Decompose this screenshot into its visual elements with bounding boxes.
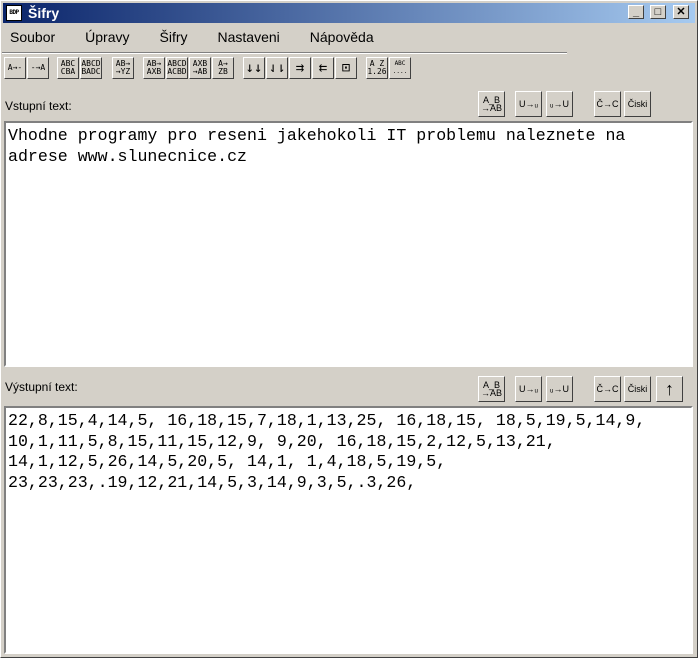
window-title: Šifry [28,5,60,21]
toolbar-button-15[interactable]: A Z 1.26 [366,57,388,79]
output-textarea[interactable]: 22,8,15,4,14,5, 16,18,15,7,18,1,13,25, 1… [4,406,693,654]
output-uppercase-button[interactable]: ᵤ→U [546,376,573,402]
toolbar-button-4[interactable]: ABCD BADC [80,57,102,79]
toolbar-button-7[interactable]: ABCD ACBD [166,57,188,79]
close-button[interactable]: ✕ [673,5,689,19]
move-output-up-button[interactable]: ↑ [656,376,683,402]
input-uppercase-button[interactable]: ᵤ→U [546,91,573,117]
input-format-button[interactable]: A_B →AB [478,91,505,117]
toolbar-button-1[interactable]: A→- [4,57,26,79]
toolbar-button-12[interactable]: ⇉ [289,57,311,79]
title-bar: BDP Šifry _ □ ✕ [3,3,695,23]
menu-napoveda[interactable]: Nápověda [304,29,380,45]
output-print-button[interactable]: Čiski [624,376,651,402]
output-format-button[interactable]: A_B →AB [478,376,505,402]
output-label: Výstupní text: [5,380,78,394]
input-lowercase-button[interactable]: U→ᵤ [515,91,542,117]
toolbar-button-2[interactable]: -→A [27,57,49,79]
input-remove-diacritics-button[interactable]: Č→C [594,91,621,117]
menu-separator [2,52,567,54]
toolbar-button-16[interactable]: ABC .... [389,57,411,79]
toolbar-button-9[interactable]: A→ ZB [212,57,234,79]
toolbar-button-6[interactable]: AB→ AXB [143,57,165,79]
toolbar-button-14[interactable]: ⊡ [335,57,357,79]
toolbar-button-10[interactable]: ↓↓ [243,57,265,79]
toolbar-button-13[interactable]: ⇇ [312,57,334,79]
toolbar-button-11[interactable]: ⇃⇂ [266,57,288,79]
app-icon: BDP [6,5,22,21]
maximize-button[interactable]: □ [650,5,666,19]
input-print-button[interactable]: Čiski [624,91,651,117]
menu-upravy[interactable]: Úpravy [79,29,135,45]
toolbar-button-8[interactable]: AXB →AB [189,57,211,79]
menu-nastaveni[interactable]: Nastaveni [212,29,286,45]
input-label: Vstupní text: [5,99,72,113]
toolbar-button-3[interactable]: ABC CBA [57,57,79,79]
output-lowercase-button[interactable]: U→ᵤ [515,376,542,402]
minimize-button[interactable]: _ [628,5,644,19]
menu-sifry[interactable]: Šifry [154,29,194,45]
toolbar-button-5[interactable]: AB→ →YZ [112,57,134,79]
input-textarea[interactable]: Vhodne programy pro reseni jakehokoli IT… [4,121,693,367]
output-remove-diacritics-button[interactable]: Č→C [594,376,621,402]
menu-bar: Soubor Úpravy Šifry Nastaveni Nápověda [4,29,398,45]
menu-soubor[interactable]: Soubor [4,29,61,45]
